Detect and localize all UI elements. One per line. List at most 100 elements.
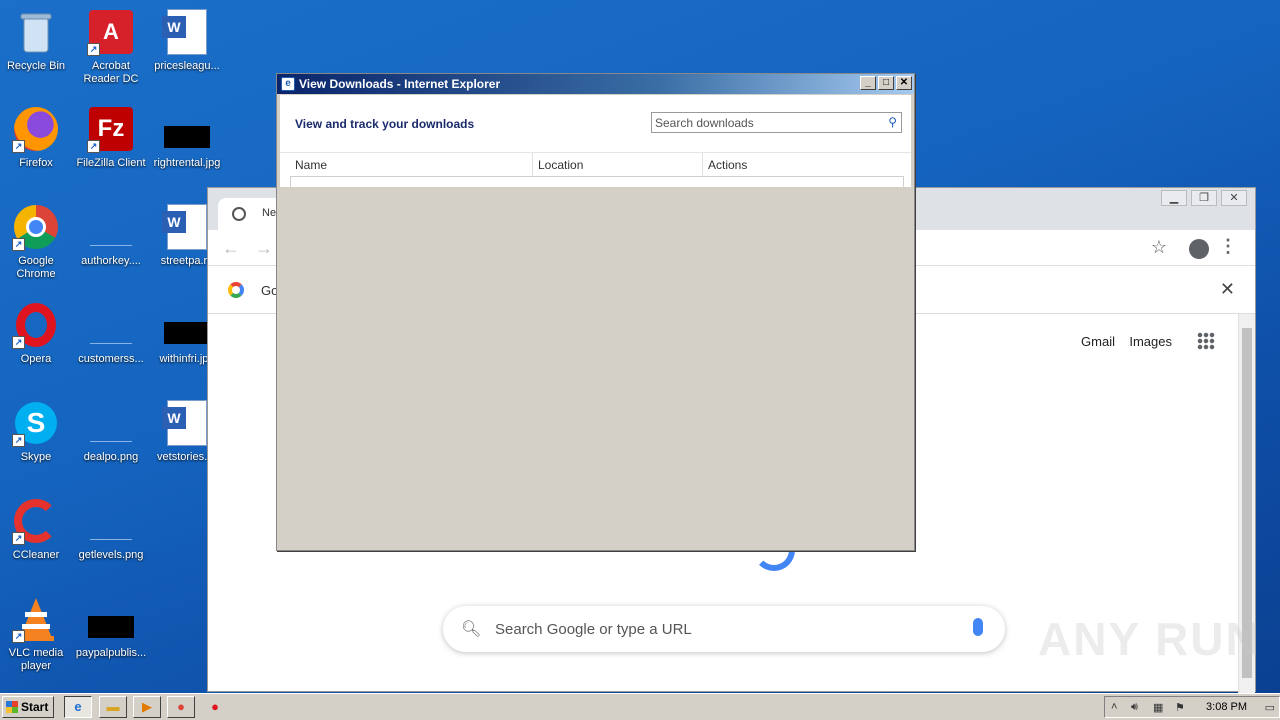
ie-title-bar[interactable]: e View Downloads - Internet Explorer _ □… [277, 74, 914, 94]
close-button[interactable]: ✕ [896, 76, 912, 90]
back-arrow-icon[interactable]: ← [222, 238, 240, 259]
internet-explorer-icon: e [74, 699, 82, 714]
desktop-icon-getlevels[interactable]: getlevels.png [73, 497, 149, 562]
shortcut-arrow-icon: ↗ [87, 140, 100, 153]
ie-downloads-window: e View Downloads - Internet Explorer _ □… [276, 73, 915, 551]
image-file-icon [87, 595, 135, 643]
globe-icon [232, 207, 246, 221]
skype-icon: S ↗ [12, 399, 60, 447]
desktop-icon-opera[interactable]: ↗ Opera [0, 301, 74, 366]
start-button[interactable]: Start [2, 696, 54, 718]
shortcut-arrow-icon: ↗ [12, 434, 25, 447]
image-file-icon [87, 497, 135, 545]
shortcut-arrow-icon: ↗ [87, 43, 100, 56]
shortcut-arrow-icon: ↗ [12, 630, 25, 643]
shortcut-arrow-icon: ↗ [12, 336, 25, 349]
column-header-name[interactable]: Name [290, 153, 533, 177]
taskbar-internet-explorer[interactable]: e [64, 696, 92, 718]
clock[interactable]: 3:08 PM [1206, 701, 1247, 713]
image-file-icon [87, 301, 135, 349]
search-downloads-placeholder: Search downloads [655, 116, 754, 130]
google-logo-icon [228, 282, 244, 298]
desktop-icon-vlc[interactable]: ↗ VLC media player [0, 595, 74, 673]
desktop-icon-firefox[interactable]: ↗ Firefox [0, 105, 74, 170]
start-label: Start [21, 700, 49, 714]
system-tray: ˄ 🔊︎ ▦ ⚑ 3:08 PM ▭ [1104, 696, 1280, 718]
internet-explorer-icon: e [281, 77, 295, 91]
column-header-location[interactable]: Location [533, 153, 703, 177]
minimize-button[interactable]: _ [860, 76, 876, 90]
image-file-icon [163, 301, 211, 349]
apps-grid-icon[interactable] [1197, 332, 1215, 350]
taskbar-media-player[interactable]: ▶ [133, 696, 161, 718]
downloads-column-headers: Name Location Actions [280, 152, 911, 177]
search-icon: 🔍︎ [461, 621, 482, 638]
close-icon[interactable]: ✕ [1220, 279, 1235, 300]
desktop-icon-acrobat[interactable]: A ↗ Acrobat Reader DC [73, 8, 149, 86]
word-doc-icon: W [162, 8, 211, 56]
maximize-button[interactable]: □ [878, 76, 894, 90]
downloads-heading: View and track your downloads [295, 117, 475, 131]
acrobat-icon: A ↗ [87, 8, 135, 56]
show-hidden-icons-icon[interactable]: ˄ [1111, 701, 1117, 713]
ie-window-controls: _ □ ✕ [860, 76, 912, 90]
desktop-icon-customerss[interactable]: customerss... [73, 301, 149, 366]
desktop-icon-rightrental[interactable]: rightrental.jpg [149, 105, 225, 170]
search-icon[interactable]: ⚲ [888, 115, 897, 129]
show-desktop-icon[interactable]: ▭ [1265, 701, 1275, 714]
gmail-link[interactable]: Gmail [1081, 334, 1115, 349]
opera-icon: ● [211, 699, 219, 714]
chrome-icon: ● [177, 699, 185, 714]
image-file-icon [87, 399, 135, 447]
close-button[interactable]: ✕ [1221, 190, 1247, 206]
vlc-icon: ↗ [12, 595, 60, 643]
kebab-menu-icon[interactable]: ⋮ [1219, 236, 1237, 257]
action-center-flag-icon[interactable]: ⚑ [1175, 701, 1185, 714]
network-icon[interactable]: ▦ [1153, 701, 1163, 714]
windows-logo-icon [6, 701, 18, 713]
image-file-icon [163, 105, 211, 153]
opera-icon: ↗ [12, 301, 60, 349]
taskbar: Start e ▬ ▶ ● ● ˄ 🔊︎ ▦ ⚑ 3:08 PM ▭ [0, 693, 1280, 720]
search-downloads-input[interactable]: Search downloads ⚲ [651, 112, 902, 133]
bookmark-star-icon[interactable]: ☆ [1151, 237, 1167, 258]
taskbar-chrome[interactable]: ● [167, 696, 195, 718]
window-title: View Downloads - Internet Explorer [299, 77, 501, 91]
search-placeholder: Search Google or type a URL [495, 621, 692, 638]
desktop-icon-ccleaner[interactable]: ↗ CCleaner [0, 497, 74, 562]
word-doc-icon: W [162, 203, 211, 251]
restore-button[interactable]: ❐ [1191, 190, 1217, 206]
desktop-icon-chrome[interactable]: ↗ Google Chrome [0, 203, 74, 281]
chrome-icon: ↗ [12, 203, 60, 251]
folder-icon: ▬ [106, 699, 120, 714]
taskbar-opera[interactable]: ● [201, 696, 229, 718]
recycle-bin-icon [12, 8, 60, 56]
taskbar-file-explorer[interactable]: ▬ [99, 696, 127, 718]
microphone-icon[interactable] [973, 618, 983, 636]
desktop-icon-recycle-bin[interactable]: Recycle Bin [0, 8, 74, 73]
column-header-actions[interactable]: Actions [703, 153, 911, 177]
anyrun-watermark: ANY RUN [1038, 613, 1261, 665]
filezilla-icon: Fz ↗ [87, 105, 135, 153]
chrome-window-controls: ▁ ❐ ✕ [1161, 190, 1247, 206]
forward-arrow-icon[interactable]: → [255, 238, 273, 259]
desktop-icon-pricesleague[interactable]: W pricesleagu... [149, 8, 225, 73]
images-link[interactable]: Images [1129, 334, 1172, 349]
desktop-icon-skype[interactable]: S ↗ Skype [0, 399, 74, 464]
downloads-list [290, 176, 904, 187]
google-search-box[interactable]: 🔍︎ Search Google or type a URL [443, 606, 1005, 652]
media-player-icon: ▶ [142, 699, 152, 714]
desktop-icon-authorkey[interactable]: authorkey.... [73, 203, 149, 268]
shortcut-arrow-icon: ↗ [12, 140, 25, 153]
ccleaner-icon: ↗ [12, 497, 60, 545]
shortcut-arrow-icon: ↗ [12, 238, 25, 251]
downloads-panel: View and track your downloads Search dow… [280, 95, 911, 187]
volume-icon[interactable]: 🔊︎ [1131, 701, 1138, 714]
desktop-icon-dealpo[interactable]: dealpo.png [73, 399, 149, 464]
profile-avatar-icon[interactable] [1189, 239, 1209, 259]
desktop-icon-filezilla[interactable]: Fz ↗ FileZilla Client [73, 105, 149, 170]
firefox-icon: ↗ [12, 105, 60, 153]
word-doc-icon: W [162, 399, 211, 447]
desktop-icon-paypalpublis[interactable]: paypalpublis... [73, 595, 149, 660]
minimize-button[interactable]: ▁ [1161, 190, 1187, 206]
